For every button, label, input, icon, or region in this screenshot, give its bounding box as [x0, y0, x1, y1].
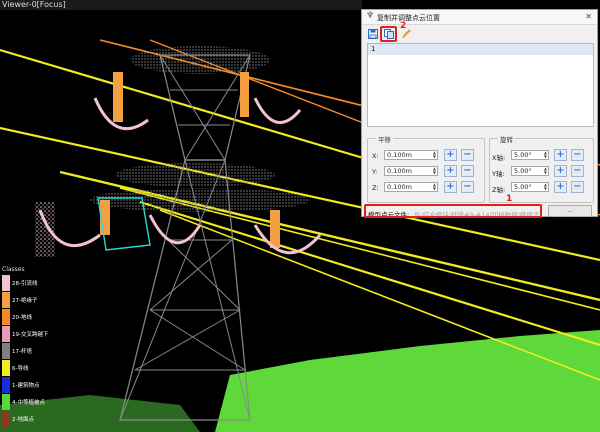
spin-arrows-icon[interactable]: ▲ ▼ — [544, 183, 547, 191]
insulator — [270, 210, 280, 248]
spin-arrows-icon[interactable]: ▲ ▼ — [433, 167, 436, 175]
legend-swatch — [2, 309, 10, 325]
app-icon: ♆ — [366, 11, 375, 21]
translate-z-input[interactable]: 0.100m ▲ ▼ — [384, 182, 438, 192]
legend-item: 6-导线 — [2, 360, 60, 377]
legend-item: 17-杆塔 — [2, 343, 60, 360]
legend-item: 4-中等植被点 — [2, 394, 60, 411]
translate-z-label: Z: — [372, 184, 379, 192]
spin-arrows-icon[interactable]: ▲ ▼ — [433, 183, 436, 191]
spin-arrows-icon[interactable]: ▲ ▼ — [544, 167, 547, 175]
legend-label: 2-地面点 — [12, 417, 34, 423]
translate-y-label: Y: — [372, 168, 378, 176]
legend-swatch — [2, 360, 10, 376]
rotate-z-label: Z轴: — [492, 186, 506, 194]
rotate-y-input[interactable]: 5.00° ▲ ▼ — [511, 166, 549, 176]
legend-label: 19-交叉跨越下 — [12, 332, 49, 338]
legend-label: 1-建筑物点 — [12, 383, 40, 389]
rotate-z-minus-button[interactable]: − — [571, 181, 584, 193]
translate-x-input[interactable]: 0.100m ▲ ▼ — [384, 150, 438, 160]
middle-cross-arm — [115, 163, 275, 187]
rotate-y-minus-button[interactable]: − — [571, 165, 584, 177]
legend-swatch — [2, 377, 10, 393]
rotate-title: 旋转 — [498, 134, 515, 144]
legend-swatch — [2, 275, 10, 291]
rotate-y-value: 5.00° — [514, 167, 532, 175]
translate-x-minus-button[interactable]: − — [461, 149, 474, 161]
classes-legend: Classes 28-引流线 27-绝缘子 20-地线 19-交叉跨越下 17-杆塔 6-… — [2, 266, 60, 428]
translate-y-value: 0.100m — [387, 167, 412, 175]
rotate-y-label: Y轴: — [492, 170, 505, 178]
rotate-z-input[interactable]: 5.00° ▲ ▼ — [511, 182, 549, 192]
conductor — [139, 200, 600, 347]
legend-swatch — [2, 411, 10, 427]
translate-z-value: 0.100m — [387, 183, 412, 191]
point-cloud-list[interactable]: 1 — [367, 43, 594, 127]
translate-x-value: 0.100m — [387, 151, 412, 159]
legend-swatch — [2, 326, 10, 342]
lower-cross-arm — [90, 188, 310, 212]
jumper-points — [35, 202, 55, 257]
annotation-one: 1 — [506, 194, 513, 204]
legend-title: Classes — [2, 266, 25, 273]
legend-item: 20-地线 — [2, 309, 60, 326]
dialog-title: 复制并调整点云位置 — [377, 14, 440, 22]
close-icon[interactable]: ✕ — [585, 12, 592, 21]
translate-x-label: X: — [372, 152, 379, 160]
legend-item: 27-绝缘子 — [2, 292, 60, 309]
legend-label: 28-引流线 — [12, 281, 38, 287]
model-file-highlight — [364, 204, 542, 218]
viewer-title: Viewer-0[Focus] — [0, 0, 362, 10]
legend-label: 20-地线 — [12, 315, 32, 321]
rotate-x-minus-button[interactable]: − — [571, 149, 584, 161]
brush-icon[interactable] — [400, 28, 412, 40]
save-icon[interactable] — [367, 28, 379, 40]
legend-swatch — [2, 292, 10, 308]
translate-y-minus-button[interactable]: − — [461, 165, 474, 177]
rotate-z-plus-button[interactable]: + — [554, 181, 567, 193]
legend-item: 19-交叉跨越下 — [2, 326, 60, 343]
rotate-x-label: X轴: — [492, 154, 506, 162]
copy-button-highlight — [380, 26, 397, 42]
legend-item: 1-建筑物点 — [2, 377, 60, 394]
rotate-x-value: 5.00° — [514, 151, 532, 159]
rotate-x-input[interactable]: 5.00° ▲ ▼ — [511, 150, 549, 160]
legend-label: 6-导线 — [12, 366, 29, 372]
list-item[interactable]: 1 — [368, 44, 593, 55]
copy-adjust-dialog[interactable]: ♆ 复制并调整点云位置 ✕ 2 1 平移 旋转 X: 0.100m ▲ ▼ + − … — [361, 9, 598, 219]
vegetation-ground — [215, 330, 600, 432]
legend-label: 4-中等植被点 — [12, 400, 45, 406]
browse-button[interactable]: ... — [548, 205, 592, 217]
rotate-y-plus-button[interactable]: + — [554, 165, 567, 177]
insulator — [113, 72, 123, 122]
spin-arrows-icon[interactable]: ▲ ▼ — [544, 151, 547, 159]
spin-arrows-icon[interactable]: ▲ ▼ — [433, 151, 436, 159]
upper-cross-arm — [130, 46, 270, 74]
translate-title: 平移 — [376, 134, 393, 144]
translate-x-plus-button[interactable]: + — [444, 149, 457, 161]
translate-y-plus-button[interactable]: + — [444, 165, 457, 177]
translate-z-minus-button[interactable]: − — [461, 181, 474, 193]
legend-label: 17-杆塔 — [12, 349, 32, 355]
rotate-x-plus-button[interactable]: + — [554, 149, 567, 161]
translate-z-plus-button[interactable]: + — [444, 181, 457, 193]
legend-item: 28-引流线 — [2, 275, 60, 292]
rotate-z-value: 5.00° — [514, 183, 532, 191]
legend-swatch — [2, 343, 10, 359]
insulator — [240, 72, 249, 117]
legend-item: 2-地面点 — [2, 411, 60, 428]
dialog-title-bar[interactable]: ♆ 复制并调整点云位置 ✕ — [362, 10, 597, 25]
translate-y-input[interactable]: 0.100m ▲ ▼ — [384, 166, 438, 176]
legend-label: 27-绝缘子 — [12, 298, 38, 304]
jumper-wire — [253, 97, 302, 124]
legend-swatch — [2, 394, 10, 410]
